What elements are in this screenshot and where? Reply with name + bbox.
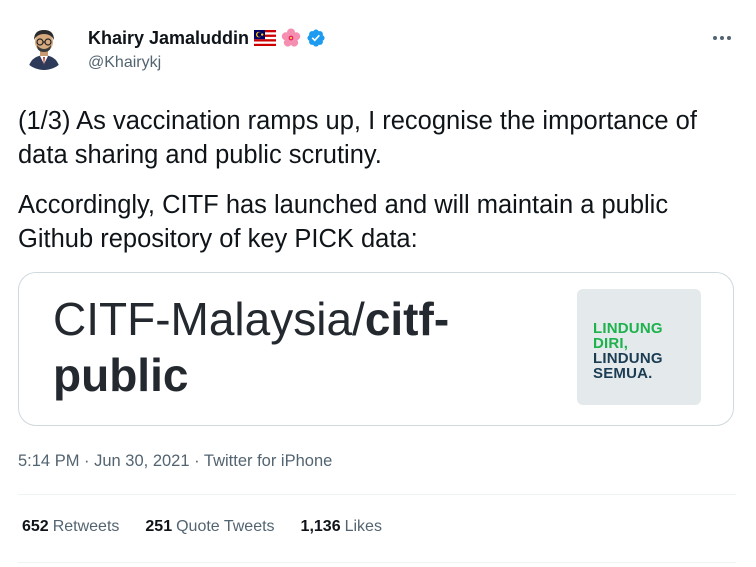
quote-tweets-count: 251 (145, 518, 173, 535)
likes-label: Likes (344, 518, 382, 535)
more-dots-icon (713, 36, 731, 40)
engagement-stats: 652 Retweets 251 Quote Tweets 1,136 Likes (22, 518, 382, 536)
quote-tweets-stat[interactable]: 251 Quote Tweets (145, 518, 274, 536)
malaysia-flag-icon (254, 30, 277, 46)
tweet-source[interactable]: Twitter for iPhone (204, 452, 332, 470)
avatar[interactable] (20, 22, 68, 70)
divider (18, 494, 736, 495)
card-thumbnail-text: SEMUA. (593, 365, 653, 382)
meta-separator: · (189, 452, 204, 470)
more-options-button[interactable] (708, 28, 736, 48)
card-title-owner: CITF-Malaysia/ (53, 293, 365, 345)
author-name-row[interactable]: Khairy Jamaluddin (88, 26, 326, 50)
card-title: CITF-Malaysia/citf-public (53, 291, 553, 403)
quote-tweets-label: Quote Tweets (176, 518, 275, 535)
tweet-timestamp[interactable]: 5:14 PM · Jun 30, 2021 (18, 452, 190, 470)
author-handle[interactable]: @Khairykj (88, 54, 161, 72)
tweet-meta: 5:14 PM · Jun 30, 2021 · Twitter for iPh… (18, 452, 332, 471)
card-thumbnail-text: LINDUNG (593, 350, 663, 367)
card-thumbnail: LINDUNG DIRI, LINDUNG SEMUA. (577, 289, 701, 405)
link-preview-card[interactable]: CITF-Malaysia/citf-public LINDUNG DIRI, … (18, 272, 734, 426)
tweet-text-paragraph: Accordingly, CITF has launched and will … (18, 191, 669, 253)
likes-stat[interactable]: 1,136 Likes (301, 518, 382, 536)
avatar-image (20, 22, 68, 70)
retweets-label: Retweets (52, 518, 120, 535)
card-thumbnail-text: DIRI, (593, 335, 629, 352)
divider (18, 562, 736, 563)
likes-count: 1,136 (300, 518, 341, 535)
author-display-name[interactable]: Khairy Jamaluddin (88, 28, 249, 49)
retweets-count: 652 (22, 518, 49, 535)
hibiscus-icon (281, 28, 301, 48)
card-thumbnail-text: LINDUNG (593, 320, 663, 337)
tweet: Khairy Jamaluddin @Khairykj (1/3) As vac… (0, 0, 756, 567)
tweet-text-paragraph: (1/3) As vaccination ramps up, I recogni… (18, 107, 697, 169)
retweets-stat[interactable]: 652 Retweets (22, 518, 119, 536)
verified-icon (306, 28, 326, 48)
